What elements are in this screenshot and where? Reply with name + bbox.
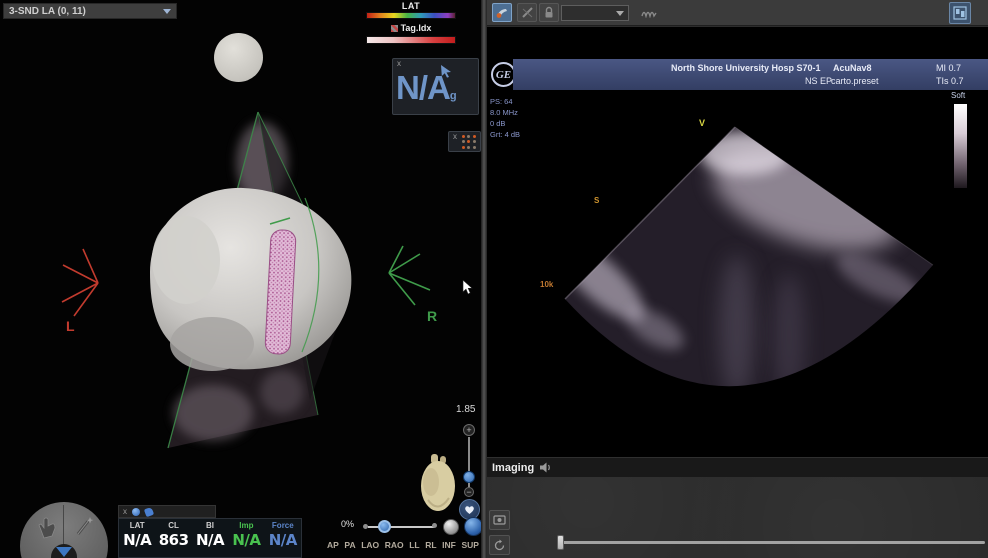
layout-button[interactable] xyxy=(949,2,971,24)
fill-percent-label: 0% xyxy=(341,519,355,529)
zoom-out-button[interactable]: − xyxy=(464,487,474,497)
close-icon[interactable]: x xyxy=(397,60,401,68)
view-button-lao[interactable]: LAO xyxy=(361,540,379,550)
close-icon[interactable]: x xyxy=(123,507,127,516)
points-widget[interactable]: x xyxy=(448,131,481,152)
view-button-ap[interactable]: AP xyxy=(327,540,339,550)
color-scale-widget: LAT Tag.ldx xyxy=(366,1,456,44)
acquisition-params: PS: 64 8.0 MHz 0 dB Grt: 4 dB xyxy=(490,97,521,139)
pencil-icon xyxy=(521,7,533,18)
contact-force-widget[interactable]: x N/Ag xyxy=(392,58,479,115)
heart-icon xyxy=(465,505,474,514)
fill-slider-handle[interactable] xyxy=(378,520,391,533)
view-button-rl[interactable]: RL xyxy=(425,540,436,550)
grayscale-bar xyxy=(954,104,967,188)
ultrasound-toolbar xyxy=(487,0,988,26)
hand-tool-icon[interactable] xyxy=(143,506,155,517)
shell-lobe xyxy=(152,216,220,304)
ultrasound-panel: GE North Shore University Hosp S70-1 Acu… xyxy=(487,0,988,558)
loop-button[interactable] xyxy=(489,535,510,555)
device-name: AcuNav8 xyxy=(833,63,872,73)
cine-position-handle[interactable] xyxy=(557,535,564,550)
wave-button[interactable] xyxy=(639,3,659,22)
mi-value: MI 0.7 xyxy=(936,63,962,73)
snapshot-button[interactable] xyxy=(489,510,510,530)
sector-marker-s: S xyxy=(594,196,600,205)
tag-grid-icon xyxy=(390,24,398,32)
orientation-label-right: R xyxy=(427,308,438,324)
hand-pan-icon[interactable] xyxy=(36,516,58,540)
lock-icon xyxy=(545,6,553,18)
view-orientation-row: AP PA LAO RAO LL RL INF SUP xyxy=(327,540,479,550)
view-button-inf[interactable]: INF xyxy=(442,540,456,550)
map-selector-dropdown[interactable]: 3-SND LA (0, 11) xyxy=(3,3,177,19)
stat-imp: Imp N/A xyxy=(232,521,261,549)
measure-button[interactable] xyxy=(517,3,537,22)
layout-grid-icon xyxy=(953,6,967,20)
mouse-cursor xyxy=(462,280,473,295)
globe-view-button[interactable] xyxy=(443,519,459,535)
imaging-status-label: Imaging xyxy=(492,461,535,474)
snapshot-icon xyxy=(493,515,506,525)
stats-titlebar[interactable]: x xyxy=(118,505,216,518)
zoom-slider-handle[interactable] xyxy=(463,471,475,483)
contact-force-value: N/Ag xyxy=(396,69,457,106)
imaging-status-bar: Imaging xyxy=(487,457,988,477)
ultrasound-display[interactable]: GE North Shore University Hosp S70-1 Acu… xyxy=(487,27,988,457)
points-grid-icon xyxy=(462,135,477,150)
stat-lat: LAT N/A xyxy=(123,521,152,549)
sector-marker-v: V xyxy=(699,118,706,128)
rotate-view-button[interactable] xyxy=(464,517,481,536)
cine-timeline[interactable] xyxy=(557,541,985,544)
probe-connect-button[interactable] xyxy=(492,3,512,22)
funnel-icon[interactable] xyxy=(56,547,72,557)
heart-model-icon[interactable] xyxy=(418,452,460,516)
lat-color-bar[interactable] xyxy=(366,12,456,19)
carto-3d-panel: L R 3-SND LA (0, 11) LAT Tag.ldx x N/Ag … xyxy=(0,0,481,558)
probe-icon xyxy=(496,9,507,18)
stat-cl: CL 863 xyxy=(158,521,189,549)
slider-end-dot xyxy=(432,523,437,528)
pan-rotate-control[interactable] xyxy=(12,500,116,558)
speaker-icon[interactable] xyxy=(540,462,553,473)
reference-ball[interactable] xyxy=(214,33,263,82)
orientation-label-left: L xyxy=(66,318,75,334)
chevron-down-icon xyxy=(616,10,624,16)
view-button-ll[interactable]: LL xyxy=(409,540,419,550)
left-orientation-fan xyxy=(61,248,99,317)
hospital-name: North Shore University Hosp S70-1 xyxy=(671,63,821,73)
lock-button[interactable] xyxy=(539,3,559,22)
tag-index-label: Tag.ldx xyxy=(400,23,432,33)
wave-icon xyxy=(641,11,657,18)
app-window: L R 3-SND LA (0, 11) LAT Tag.ldx x N/Ag … xyxy=(0,0,988,558)
cine-strip xyxy=(487,477,988,558)
loop-icon xyxy=(494,539,505,550)
exam-info-bar: North Shore University Hosp S70-1 AcuNav… xyxy=(513,59,988,90)
color-scale-title: LAT xyxy=(401,1,421,11)
shell-lower-lobe xyxy=(170,317,254,371)
echo-sector xyxy=(564,126,934,387)
chevron-down-icon xyxy=(163,8,171,14)
pin-icon[interactable] xyxy=(132,507,140,516)
preset-name: carto.preset xyxy=(831,76,879,86)
preset-group: NS EP xyxy=(805,76,833,86)
tis-value: TIs 0.7 xyxy=(936,76,964,86)
stat-force: Force N/A xyxy=(268,521,298,549)
preset-select[interactable] xyxy=(561,5,629,21)
depth-marker: 10k xyxy=(540,280,554,289)
view-button-sup[interactable]: SUP xyxy=(461,540,478,550)
zoom-in-button[interactable]: + xyxy=(463,424,475,436)
close-icon[interactable]: x xyxy=(453,133,457,141)
view-button-pa[interactable]: PA xyxy=(344,540,355,550)
catheter-stats-panel: x LAT N/A CL 863 BI N/A Imp N/A Force N/… xyxy=(118,505,302,558)
wand-rotate-icon[interactable] xyxy=(72,514,96,538)
view-button-rao[interactable]: RAO xyxy=(385,540,404,550)
right-orientation-fan xyxy=(388,245,431,306)
map-selector-value: 3-SND LA (0, 11) xyxy=(9,5,86,17)
tag-color-bar[interactable] xyxy=(366,36,456,44)
stat-bi: BI N/A xyxy=(195,521,225,549)
scale-value: 1.85 xyxy=(456,404,476,415)
graymap-label: Soft xyxy=(951,91,966,100)
stats-grid: LAT N/A CL 863 BI N/A Imp N/A Force N/A xyxy=(118,518,302,558)
